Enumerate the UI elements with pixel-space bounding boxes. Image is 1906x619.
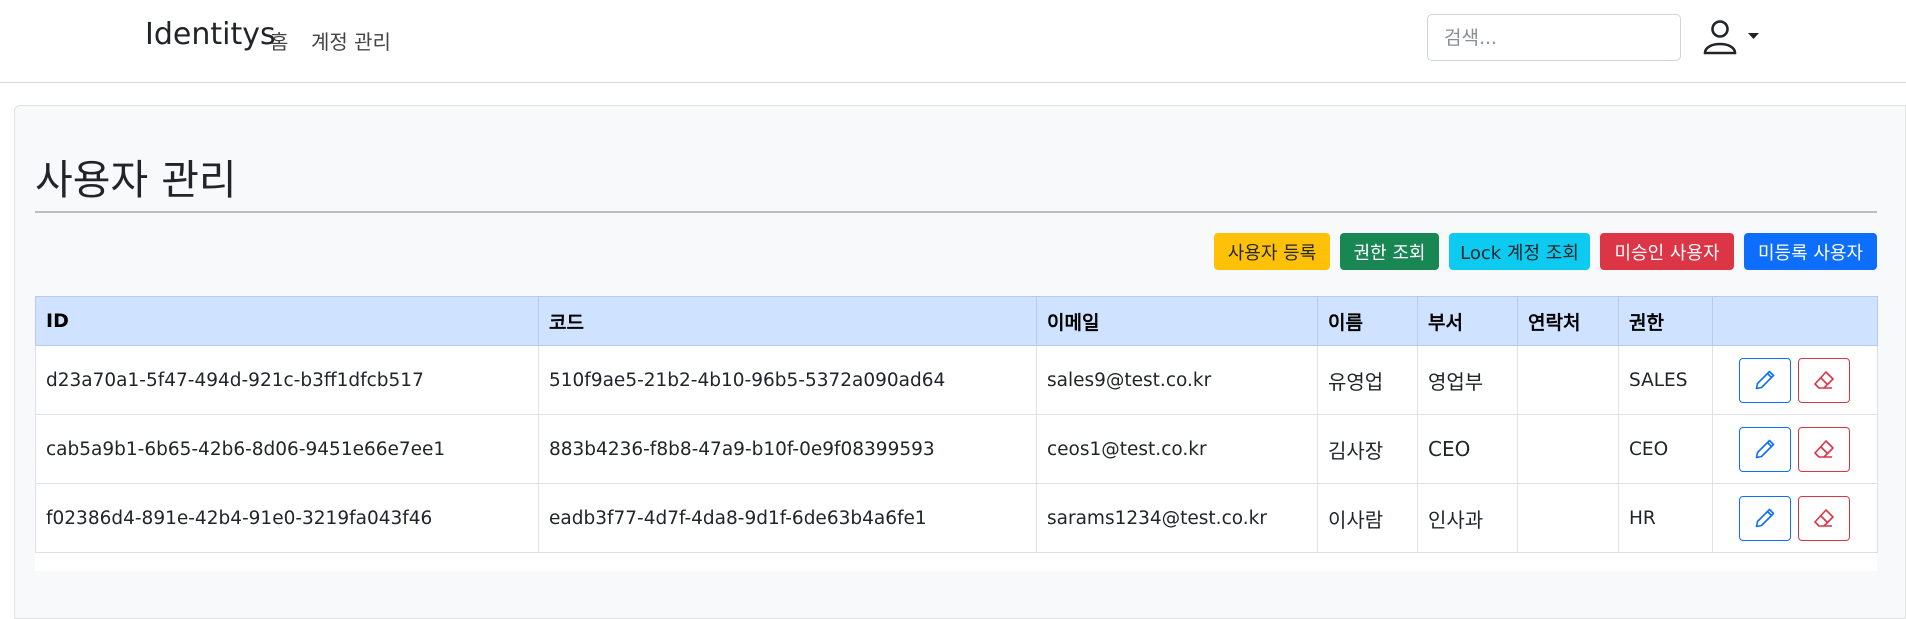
title-divider — [35, 211, 1877, 213]
cell-id: d23a70a1-5f47-494d-921c-b3ff1dfcb517 — [35, 345, 539, 415]
table-row: d23a70a1-5f47-494d-921c-b3ff1dfcb517 510… — [35, 345, 1878, 415]
cell-contact — [1517, 414, 1619, 484]
delete-button[interactable] — [1798, 495, 1850, 541]
person-icon — [1703, 20, 1737, 55]
unregistered-users-button[interactable]: 미등록 사용자 — [1744, 233, 1877, 270]
table-row: f02386d4-891e-42b4-91e0-3219fa043f46 ead… — [35, 483, 1878, 553]
register-user-button[interactable]: 사용자 등록 — [1214, 233, 1330, 270]
cell-email: ceos1@test.co.kr — [1036, 414, 1318, 484]
users-table-container: ID 코드 이메일 이름 부서 연락처 권한 d23a70a1-5f47-494… — [35, 296, 1878, 571]
edit-button[interactable] — [1739, 495, 1791, 541]
top-navbar: Identitys 홈 계정 관리 — [0, 0, 1906, 83]
cell-email: sales9@test.co.kr — [1036, 345, 1318, 415]
table-header-row: ID 코드 이메일 이름 부서 연락처 권한 — [35, 296, 1878, 346]
cell-contact — [1517, 483, 1619, 553]
cell-id: f02386d4-891e-42b4-91e0-3219fa043f46 — [35, 483, 539, 553]
user-menu-toggle[interactable] — [1702, 17, 1764, 59]
brand-logo[interactable]: Identitys — [145, 17, 276, 52]
eraser-icon — [1814, 371, 1834, 389]
caret-down-icon — [1748, 33, 1759, 39]
cell-role: SALES — [1618, 345, 1713, 415]
pencil-icon — [1755, 370, 1775, 390]
view-locked-accounts-button[interactable]: Lock 계정 조회 — [1449, 233, 1590, 270]
cell-id: cab5a9b1-6b65-42b6-8d06-9451e66e7ee1 — [35, 414, 539, 484]
column-header-role: 권한 — [1618, 296, 1713, 346]
cell-dept: CEO — [1417, 414, 1518, 484]
edit-button[interactable] — [1739, 426, 1791, 472]
nav-home-link[interactable]: 홈 — [270, 26, 288, 55]
view-roles-button[interactable]: 권한 조회 — [1340, 233, 1439, 270]
unapproved-users-button[interactable]: 미승인 사용자 — [1600, 233, 1734, 270]
eraser-icon — [1814, 509, 1834, 527]
delete-button[interactable] — [1798, 357, 1850, 403]
delete-button[interactable] — [1798, 426, 1850, 472]
column-header-code: 코드 — [538, 296, 1037, 346]
column-header-id: ID — [35, 296, 539, 346]
cell-name: 이사람 — [1317, 483, 1418, 553]
cell-actions — [1712, 414, 1878, 484]
cell-code: 510f9ae5-21b2-4b10-96b5-5372a090ad64 — [538, 345, 1037, 415]
cell-dept: 영업부 — [1417, 345, 1518, 415]
edit-button[interactable] — [1739, 357, 1791, 403]
cell-role: CEO — [1618, 414, 1713, 484]
column-header-name: 이름 — [1317, 296, 1418, 346]
cell-actions — [1712, 345, 1878, 415]
users-table: ID 코드 이메일 이름 부서 연락처 권한 d23a70a1-5f47-494… — [35, 296, 1878, 553]
column-header-dept: 부서 — [1417, 296, 1518, 346]
column-header-actions — [1712, 296, 1878, 346]
cell-name: 김사장 — [1317, 414, 1418, 484]
search-input[interactable] — [1427, 14, 1681, 61]
table-row: cab5a9b1-6b65-42b6-8d06-9451e66e7ee1 883… — [35, 414, 1878, 484]
cell-dept: 인사과 — [1417, 483, 1518, 553]
cell-code: 883b4236-f8b8-47a9-b10f-0e9f08399593 — [538, 414, 1037, 484]
cell-email: sarams1234@test.co.kr — [1036, 483, 1318, 553]
nav-account-link[interactable]: 계정 관리 — [311, 26, 391, 55]
content-card: 사용자 관리 사용자 등록 권한 조회 Lock 계정 조회 미승인 사용자 미… — [14, 105, 1906, 619]
page-title: 사용자 관리 — [35, 156, 237, 204]
column-header-email: 이메일 — [1036, 296, 1318, 346]
eraser-icon — [1814, 440, 1834, 458]
cell-code: eadb3f77-4d7f-4da8-9d1f-6de63b4a6fe1 — [538, 483, 1037, 553]
cell-role: HR — [1618, 483, 1713, 553]
pencil-icon — [1755, 439, 1775, 459]
pencil-icon — [1755, 508, 1775, 528]
cell-actions — [1712, 483, 1878, 553]
cell-contact — [1517, 345, 1619, 415]
cell-name: 유영업 — [1317, 345, 1418, 415]
column-header-contact: 연락처 — [1517, 296, 1619, 346]
